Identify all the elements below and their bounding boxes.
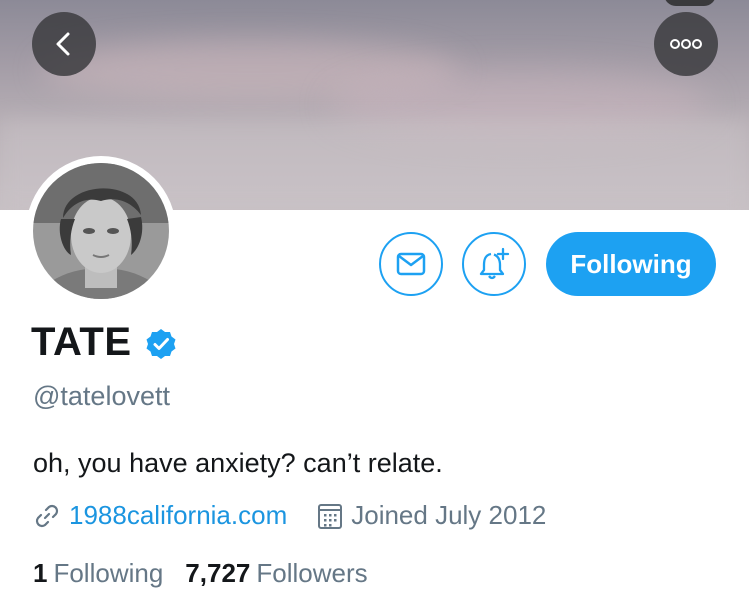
verified-badge-icon [146,328,175,359]
website-link[interactable]: 1988california.com [69,500,287,531]
profile-meta: 1988california.com Joined July 2012 [33,500,546,531]
joined-date: Joined July 2012 [351,500,547,530]
link-icon [35,504,59,527]
profile-bio: oh, you have anxiety? can’t relate. [33,448,443,478]
status-indicator [664,0,716,6]
profile-handle: @tatelovett [33,381,170,411]
notifications-button[interactable] [462,232,526,296]
followers-label: Followers [256,558,368,588]
more-options-button[interactable] [654,12,718,76]
followers-count: 7,727 [185,558,251,588]
message-button[interactable] [379,232,443,296]
profile-stats: 1 Following 7,727 Followers [33,558,368,589]
avatar-photo [33,163,169,299]
calendar-icon [318,503,343,529]
display-name: TATE [31,320,132,364]
chevron-left-icon [56,32,70,56]
profile-name-row: TATE [31,320,178,365]
avatar[interactable] [26,156,176,306]
following-count: 1 [33,558,48,588]
ellipsis-icon [670,39,702,49]
envelope-icon [396,252,426,276]
following-button[interactable]: Following [546,232,716,296]
bell-plus-icon [479,247,510,280]
following-stat[interactable]: 1 Following [33,558,163,589]
back-button[interactable] [32,12,96,76]
following-label: Following [53,558,164,588]
followers-stat[interactable]: 7,727 Followers [185,558,367,589]
